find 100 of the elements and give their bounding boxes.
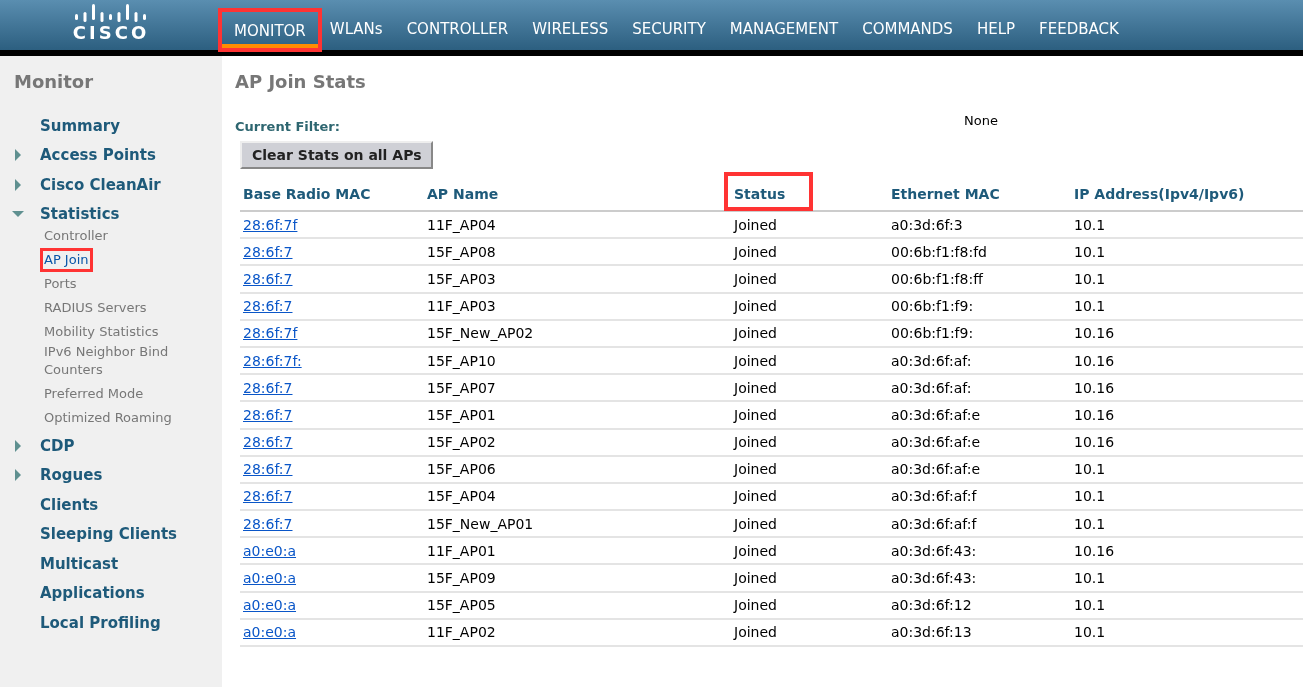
column-header[interactable]: Status — [724, 172, 814, 211]
mac-link[interactable]: 28:6f:7 — [243, 434, 293, 451]
nav-tab[interactable]: CONTROLLER — [394, 15, 521, 48]
table-cell: 15F_AP03 — [427, 270, 496, 287]
sidebar-subitem[interactable]: Optimized Roaming — [44, 409, 172, 427]
mac-link[interactable]: 28:6f:7 — [243, 243, 293, 260]
sidebar-link[interactable]: Applications — [40, 582, 145, 605]
nav-tab[interactable]: WIRELESS — [520, 15, 621, 48]
sidebar-subitem[interactable]: AP Join — [40, 248, 93, 272]
table-cell: 00:6b:f1:f8:ff — [891, 270, 983, 287]
table-cell: 10.1 — [1074, 570, 1106, 587]
sidebar-subitem[interactable]: IPv6 Neighbor Bind Counters — [44, 343, 182, 379]
sidebar-link[interactable]: Clients — [40, 493, 99, 516]
sidebar-link[interactable]: Access Points — [40, 144, 156, 167]
table-cell: Joined — [734, 461, 777, 478]
table-cell: Joined — [734, 542, 777, 559]
filter-label: Current Filter: — [235, 118, 341, 136]
table-cell: 15F_AP02 — [427, 434, 496, 451]
table-cell: 10.16 — [1074, 325, 1115, 342]
nav-tab[interactable]: MONITOR — [218, 7, 322, 52]
table-cell: 11F_AP04 — [427, 216, 496, 233]
table-cell: a0:3d:6f:3 — [891, 216, 963, 233]
mac-link[interactable]: a0:e0:a — [243, 597, 297, 614]
nav-tab[interactable]: COMMANDS — [850, 15, 965, 48]
nav-tab[interactable]: SECURITY — [620, 15, 718, 48]
table-cell: 15F_AP04 — [427, 488, 496, 505]
sidebar-link[interactable]: Rogues — [40, 464, 103, 487]
table-cell: 10.1 — [1074, 270, 1106, 287]
mac-link[interactable]: a0:e0:a — [243, 570, 297, 587]
table-cell: Joined — [734, 434, 777, 451]
mac-link[interactable]: 28:6f:7 — [243, 298, 293, 315]
table-cell: 10.1 — [1074, 515, 1106, 532]
sidebar-link[interactable]: Sleeping Clients — [40, 523, 178, 546]
column-header[interactable]: AP Name — [427, 184, 499, 205]
table-cell: a0:3d:6f:43: — [891, 570, 977, 587]
table-cell: 15F_AP01 — [427, 406, 496, 423]
mac-link[interactable]: 28:6f:7f — [243, 325, 298, 342]
mac-link[interactable]: 28:6f:7 — [243, 515, 293, 532]
mac-link[interactable]: 28:6f:7 — [243, 270, 293, 287]
table-cell: a0:3d:6f:13 — [891, 624, 972, 641]
caret-right-icon[interactable] — [12, 149, 24, 162]
mac-link[interactable]: a0:e0:a — [243, 542, 297, 559]
table-cell: 15F_AP09 — [427, 570, 496, 587]
sidebar-link[interactable]: Statistics — [40, 203, 120, 226]
mac-link[interactable]: 28:6f:7f: — [243, 352, 302, 369]
mac-link[interactable]: 28:6f:7f — [243, 216, 298, 233]
table-cell: 15F_AP10 — [427, 352, 496, 369]
table-cell: 11F_AP03 — [427, 298, 496, 315]
table-cell: 15F_AP05 — [427, 597, 496, 614]
table-cell: 00:6b:f1:f8:fd — [891, 243, 987, 260]
caret-right-icon[interactable] — [12, 469, 24, 482]
filter-value: None — [964, 112, 998, 130]
table-cell: Joined — [734, 406, 777, 423]
mac-link[interactable]: 28:6f:7 — [243, 488, 293, 505]
table-cell: 00:6b:f1:f9: — [891, 325, 974, 342]
sidebar-link[interactable]: Cisco CleanAir — [40, 173, 161, 196]
table-cell: 15F_New_AP01 — [427, 515, 534, 532]
table-cell: Joined — [734, 515, 777, 532]
sidebar-link[interactable]: Summary — [40, 114, 121, 137]
column-header[interactable]: Ethernet MAC — [891, 184, 1000, 205]
table-cell: Joined — [734, 216, 777, 233]
sidebar-subitem[interactable]: Preferred Mode — [44, 385, 144, 403]
sidebar-link[interactable]: Multicast — [40, 552, 119, 575]
nav-tab[interactable]: FEEDBACK — [1027, 15, 1131, 48]
sidebar-subitem[interactable]: Mobility Statistics — [44, 323, 159, 341]
sidebar-subitem[interactable]: Controller — [44, 227, 108, 245]
table-cell: Joined — [734, 570, 777, 587]
sidebar-subitem[interactable]: Ports — [44, 275, 77, 293]
table-cell: Joined — [734, 298, 777, 315]
mac-link[interactable]: a0:e0:a — [243, 624, 297, 641]
table-cell: Joined — [734, 624, 777, 641]
table-cell: a0:3d:6f:af:f — [891, 488, 977, 505]
mac-link[interactable]: 28:6f:7 — [243, 379, 293, 396]
caret-right-icon[interactable] — [12, 439, 24, 452]
logo-bars-icon — [74, 2, 148, 22]
table-cell: 10.1 — [1074, 624, 1106, 641]
caret-right-icon[interactable] — [12, 178, 24, 191]
table-cell: Joined — [734, 352, 777, 369]
nav-tab[interactable]: HELP — [964, 15, 1028, 48]
table-cell: a0:3d:6f:af:f — [891, 515, 977, 532]
table-cell: 10.16 — [1074, 406, 1115, 423]
nav-tab[interactable]: MANAGEMENT — [717, 15, 851, 48]
sidebar-link[interactable]: Local Profiling — [40, 611, 161, 634]
table-cell: 10.16 — [1074, 542, 1115, 559]
table-cell: a0:3d:6f:af: — [891, 379, 972, 396]
table-cell: 15F_AP07 — [427, 379, 496, 396]
sidebar-link[interactable]: CDP — [40, 434, 75, 457]
table-cell: Joined — [734, 379, 777, 396]
table-cell: a0:3d:6f:af:e — [891, 461, 981, 478]
table-cell: Joined — [734, 488, 777, 505]
table-cell: 11F_AP01 — [427, 542, 496, 559]
table-cell: 10.16 — [1074, 434, 1115, 451]
column-header[interactable]: Base Radio MAC — [243, 184, 371, 205]
table-cell: 10.1 — [1074, 298, 1106, 315]
mac-link[interactable]: 28:6f:7 — [243, 406, 293, 423]
column-header[interactable]: IP Address(Ipv4/Ipv6) — [1074, 184, 1245, 205]
mac-link[interactable]: 28:6f:7 — [243, 461, 293, 478]
table-cell: a0:3d:6f:af:e — [891, 406, 981, 423]
clear-stats-button[interactable]: Clear Stats on all APs — [240, 141, 434, 169]
sidebar-subitem[interactable]: RADIUS Servers — [44, 299, 147, 317]
